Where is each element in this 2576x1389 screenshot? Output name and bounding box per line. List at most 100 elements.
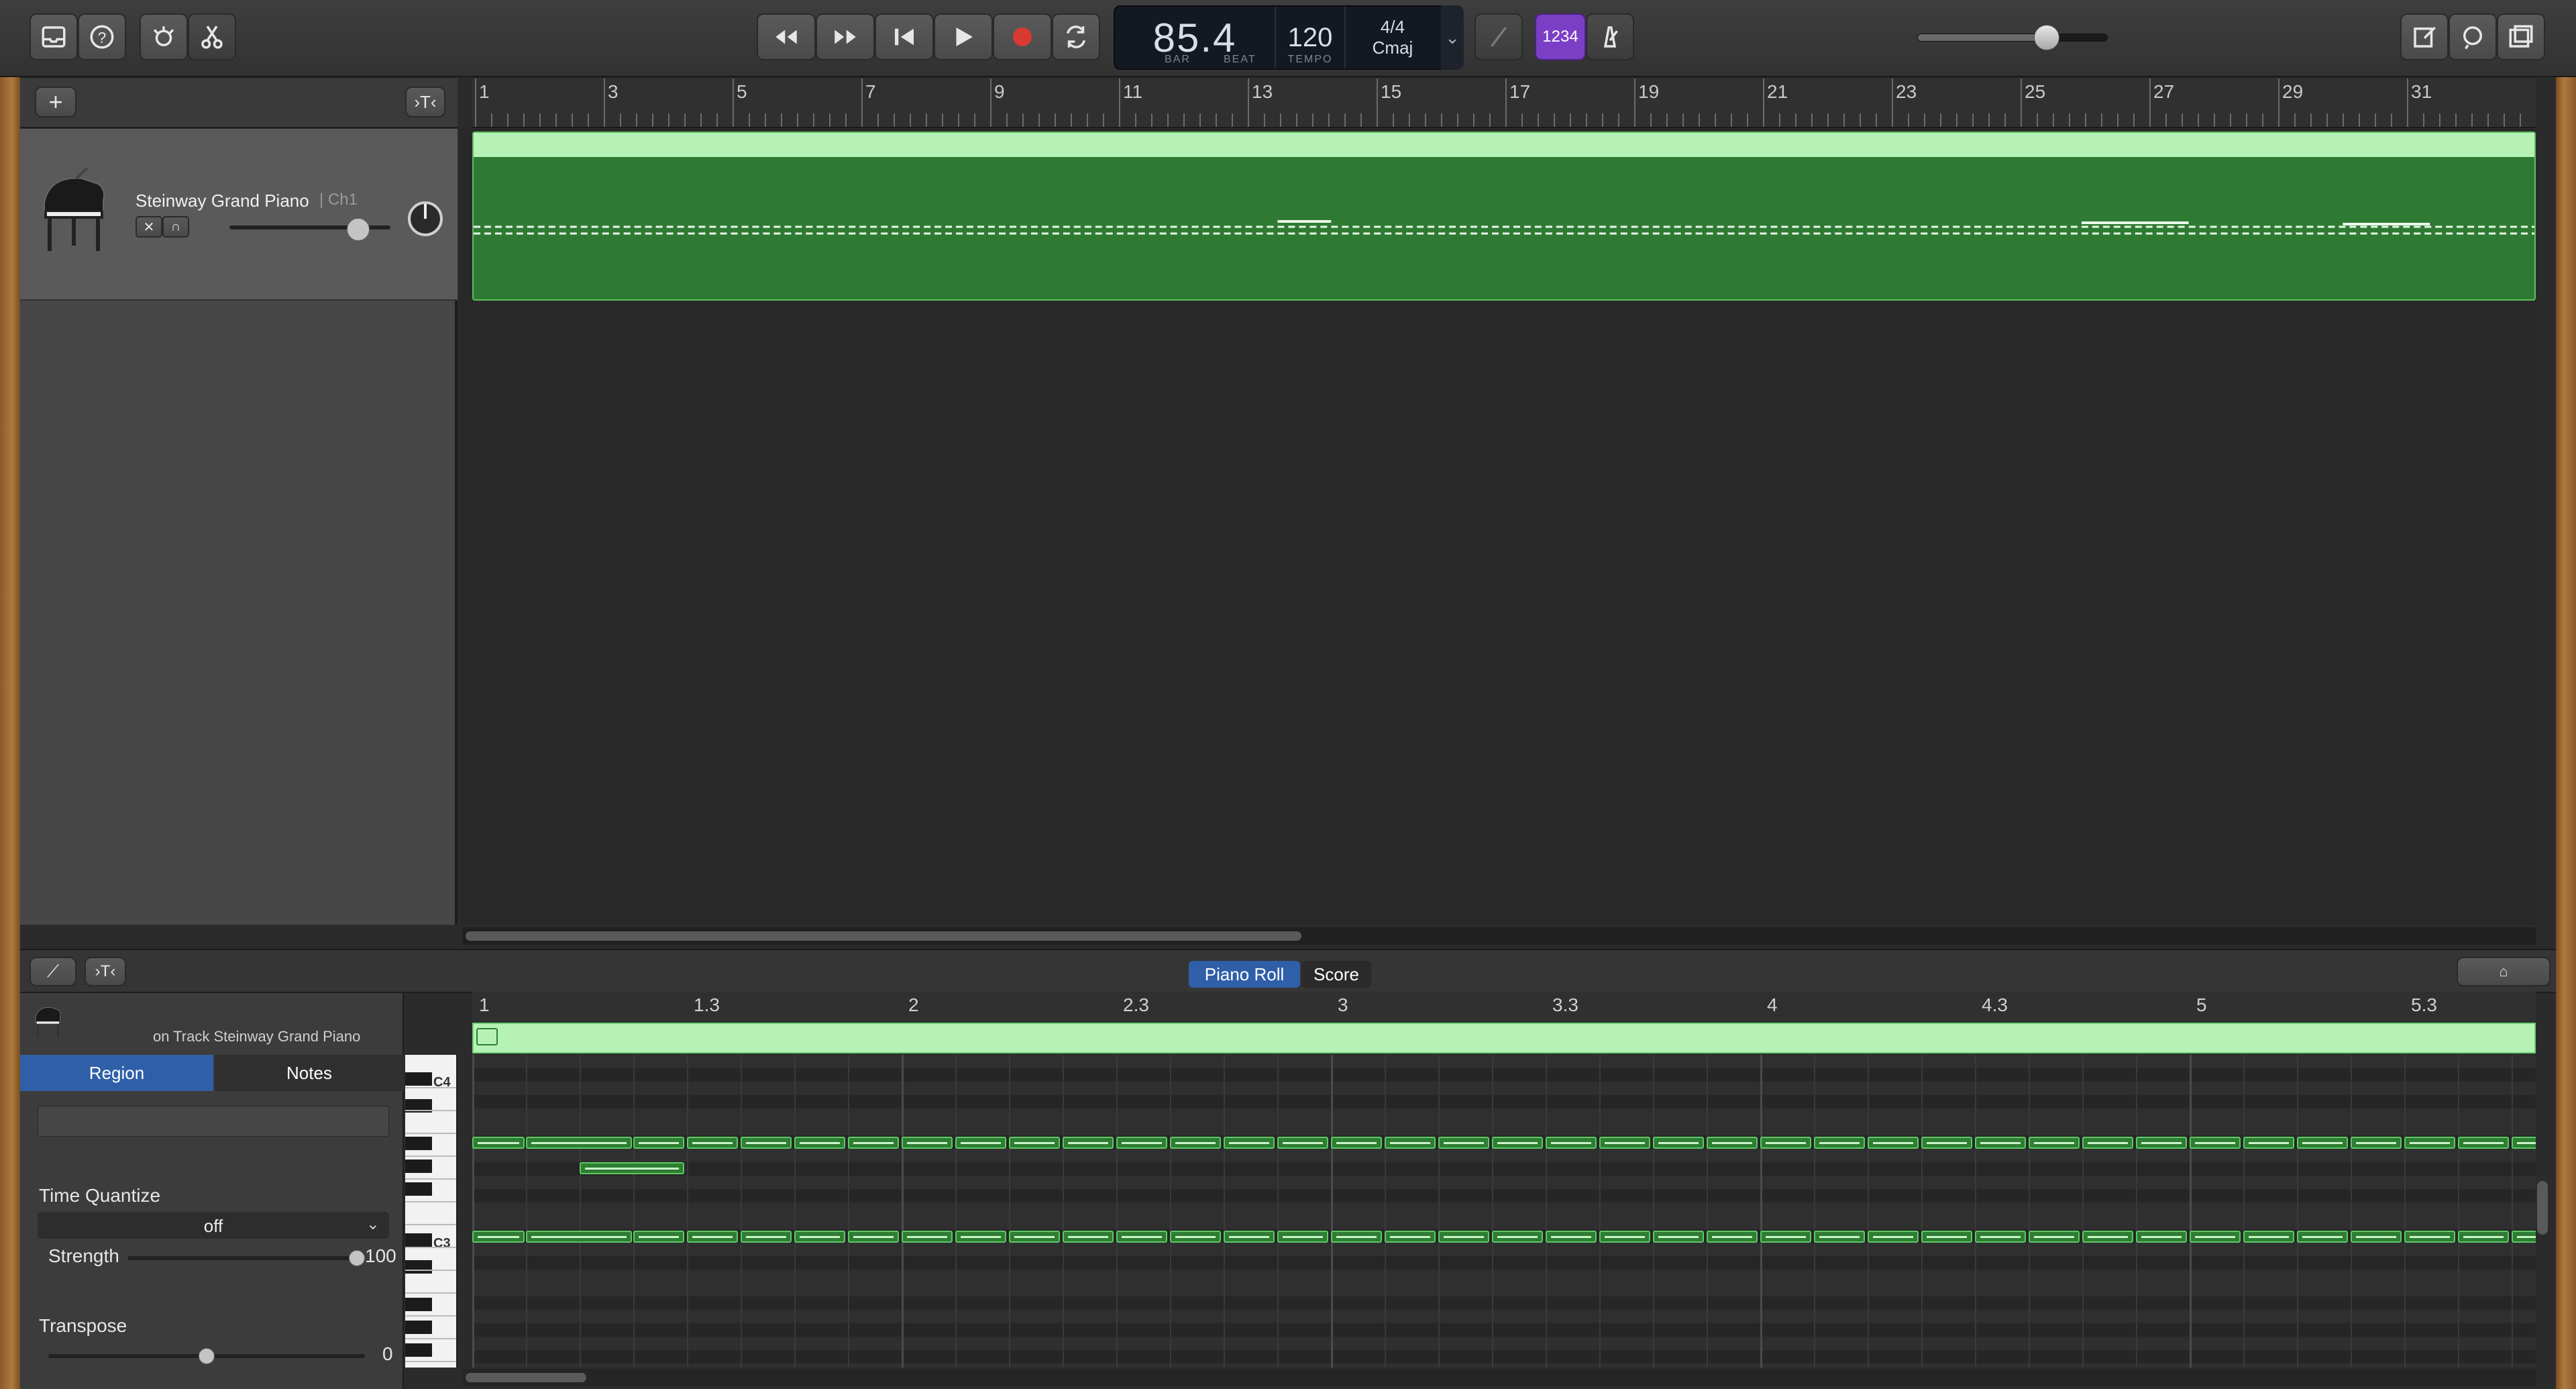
- piano-roll-scroll-thumb[interactable]: [466, 1373, 586, 1382]
- midi-note[interactable]: [1814, 1137, 1865, 1149]
- midi-note[interactable]: [526, 1137, 632, 1149]
- master-volume-knob[interactable]: [2033, 25, 2059, 50]
- midi-note[interactable]: [1546, 1231, 1597, 1243]
- midi-note[interactable]: [1599, 1231, 1650, 1243]
- piano-roll-grid[interactable]: [472, 1055, 2536, 1368]
- midi-note[interactable]: [1170, 1137, 1221, 1149]
- midi-note[interactable]: [794, 1137, 845, 1149]
- piano-roll-horizontal-scrollbar[interactable]: [463, 1369, 2536, 1386]
- lcd-position[interactable]: 85.4 BAR BEAT: [1115, 7, 1276, 68]
- mute-button[interactable]: ✕: [136, 216, 162, 238]
- tracks-horizontal-scrollbar[interactable]: [463, 927, 2536, 945]
- midi-note[interactable]: [2297, 1137, 2348, 1149]
- midi-note[interactable]: [2190, 1137, 2241, 1149]
- quick-help-button[interactable]: ?: [78, 13, 126, 60]
- midi-note[interactable]: [2243, 1231, 2294, 1243]
- tracks-scroll-thumb[interactable]: [466, 931, 1301, 941]
- track-name[interactable]: Steinway Grand Piano: [136, 191, 309, 211]
- midi-note[interactable]: [687, 1231, 738, 1243]
- editors-button[interactable]: [188, 13, 236, 60]
- midi-note[interactable]: [633, 1231, 684, 1243]
- midi-note[interactable]: [2351, 1231, 2402, 1243]
- black-key[interactable]: [405, 1343, 432, 1357]
- tab-region[interactable]: Region: [20, 1055, 213, 1091]
- midi-note[interactable]: [1224, 1137, 1275, 1149]
- region-header[interactable]: [474, 133, 2534, 157]
- midi-note[interactable]: [2512, 1137, 2536, 1149]
- midi-note[interactable]: [472, 1137, 525, 1149]
- strength-slider[interactable]: [127, 1250, 365, 1266]
- media-browser-button[interactable]: [2497, 13, 2545, 60]
- midi-note[interactable]: [2243, 1137, 2294, 1149]
- black-key[interactable]: [405, 1182, 432, 1196]
- midi-note[interactable]: [2136, 1231, 2187, 1243]
- piano-roll-ruler[interactable]: 1 1.3 2 2.3 3 3.3 4 4.3 5 5.3: [472, 992, 2536, 1021]
- midi-note[interactable]: [2082, 1137, 2133, 1149]
- black-key[interactable]: [405, 1321, 432, 1334]
- midi-note[interactable]: [1975, 1137, 2026, 1149]
- midi-note[interactable]: [955, 1231, 1006, 1243]
- midi-note[interactable]: [1438, 1137, 1489, 1149]
- midi-note[interactable]: [1492, 1137, 1543, 1149]
- midi-note[interactable]: [687, 1137, 738, 1149]
- midi-note[interactable]: [1009, 1231, 1060, 1243]
- midi-note[interactable]: [2082, 1231, 2133, 1243]
- tab-piano-roll[interactable]: Piano Roll: [1189, 961, 1300, 988]
- fast-forward-button[interactable]: [816, 13, 875, 60]
- strength-knob[interactable]: [349, 1250, 365, 1266]
- solo-button[interactable]: ∩: [162, 216, 189, 238]
- midi-note[interactable]: [741, 1231, 792, 1243]
- midi-note[interactable]: [902, 1137, 953, 1149]
- metronome-button[interactable]: [1586, 13, 1634, 60]
- midi-note[interactable]: [2512, 1231, 2536, 1243]
- midi-note[interactable]: [1707, 1231, 1758, 1243]
- midi-note[interactable]: [1063, 1137, 1114, 1149]
- tab-score[interactable]: Score: [1301, 961, 1371, 988]
- master-volume-slider[interactable]: [1917, 25, 2108, 50]
- midi-note[interactable]: [1814, 1231, 1865, 1243]
- midi-note[interactable]: [1116, 1231, 1167, 1243]
- midi-note[interactable]: [848, 1137, 899, 1149]
- transpose-knob[interactable]: [199, 1348, 215, 1364]
- midi-note[interactable]: [1921, 1137, 1972, 1149]
- midi-note[interactable]: [1707, 1137, 1758, 1149]
- midi-note[interactable]: [1599, 1137, 1650, 1149]
- lcd-tempo[interactable]: 120 TEMPO: [1276, 7, 1346, 68]
- notepad-button[interactable]: [2400, 13, 2449, 60]
- midi-note[interactable]: [2297, 1231, 2348, 1243]
- midi-note[interactable]: [902, 1231, 953, 1243]
- midi-note[interactable]: [741, 1137, 792, 1149]
- midi-note[interactable]: [1438, 1231, 1489, 1243]
- midi-note[interactable]: [2404, 1137, 2455, 1149]
- midi-note[interactable]: [1975, 1231, 2026, 1243]
- midi-note[interactable]: [1009, 1137, 1060, 1149]
- library-button[interactable]: [30, 13, 78, 60]
- lcd-signature-key[interactable]: 4/4 Cmaj: [1346, 7, 1440, 68]
- black-key[interactable]: [405, 1233, 432, 1247]
- tuner-button[interactable]: [1474, 13, 1523, 60]
- midi-note[interactable]: [633, 1137, 684, 1149]
- midi-note[interactable]: [1170, 1231, 1221, 1243]
- catch-playhead-button[interactable]: ›T‹: [405, 87, 445, 117]
- midi-note[interactable]: [794, 1231, 845, 1243]
- loop-browser-button[interactable]: [2449, 13, 2497, 60]
- rewind-button[interactable]: [757, 13, 816, 60]
- black-key[interactable]: [405, 1260, 432, 1274]
- black-key[interactable]: [405, 1072, 432, 1086]
- midi-note[interactable]: [526, 1231, 632, 1243]
- midi-note[interactable]: [1224, 1231, 1275, 1243]
- black-key[interactable]: [405, 1137, 432, 1150]
- black-key[interactable]: [405, 1160, 432, 1173]
- midi-note[interactable]: [2404, 1231, 2455, 1243]
- pan-knob[interactable]: [405, 199, 445, 239]
- midi-note[interactable]: [1760, 1231, 1811, 1243]
- piano-roll-vertical-scroll-thumb[interactable]: [2537, 1181, 2548, 1235]
- midi-note[interactable]: [1653, 1231, 1704, 1243]
- midi-note[interactable]: [472, 1231, 525, 1243]
- automation-button[interactable]: ⟋: [30, 957, 76, 986]
- midi-note[interactable]: [1760, 1137, 1811, 1149]
- add-track-button[interactable]: +: [35, 87, 76, 117]
- midi-note[interactable]: [955, 1137, 1006, 1149]
- time-quantize-select[interactable]: off ⌄: [38, 1212, 389, 1239]
- midi-note[interactable]: [1063, 1231, 1114, 1243]
